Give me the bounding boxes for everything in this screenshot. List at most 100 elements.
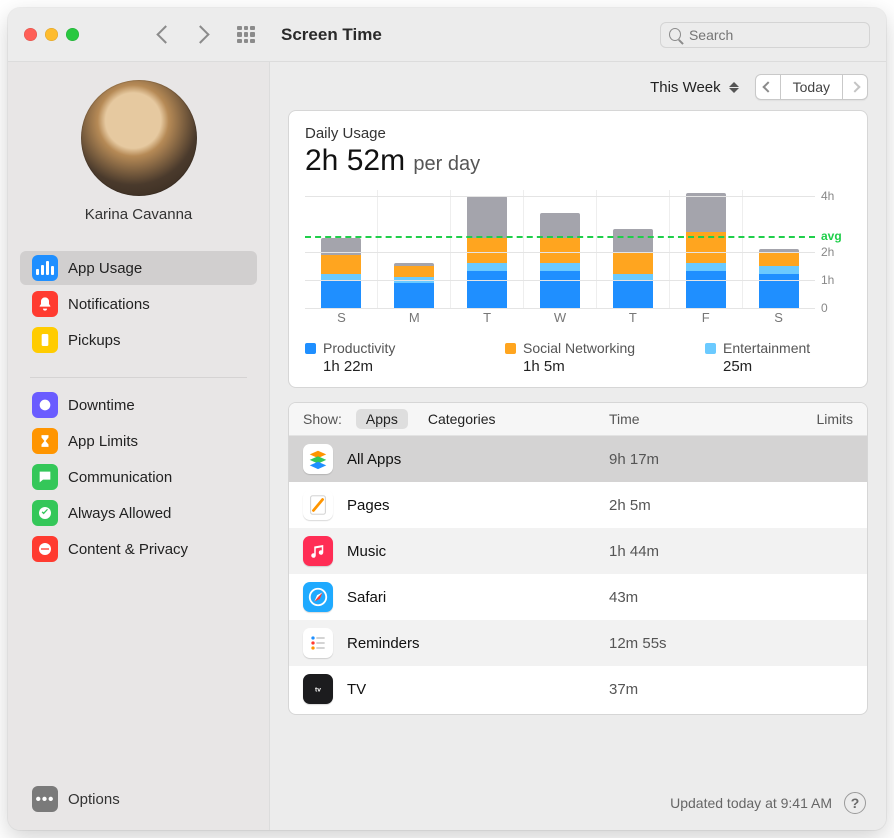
sidebar-item-app-limits[interactable]: App Limits — [20, 424, 257, 458]
search-input[interactable] — [687, 26, 861, 44]
legend-value: 1h 5m — [523, 358, 675, 375]
sidebar-item-content-privacy[interactable]: Content & Privacy — [20, 532, 257, 566]
sidebar-item-label: App Usage — [68, 260, 142, 277]
day-stepper: Today — [755, 74, 868, 100]
range-picker[interactable]: This Week — [650, 79, 745, 96]
main-content: This Week Today Daily Usage 2h 52m per d… — [270, 62, 886, 830]
app-name: All Apps — [347, 451, 595, 468]
app-row[interactable]: All Apps 9h 17m — [289, 436, 867, 482]
sidebar-item-label: Communication — [68, 469, 172, 486]
sidebar-item-label: Pickups — [68, 332, 121, 349]
daily-usage-title: Daily Usage — [305, 125, 851, 142]
sidebar-item-always-allowed[interactable]: Always Allowed — [20, 496, 257, 530]
legend-item: Productivity 1h 22m — [305, 340, 475, 375]
usage-chart: SMTWTFS 01h2h4havg — [305, 190, 851, 330]
chart-day-col — [597, 190, 670, 308]
help-button[interactable]: ? — [844, 792, 866, 814]
forward-button[interactable] — [191, 25, 209, 43]
legend-swatch — [505, 343, 516, 354]
close-button[interactable] — [24, 28, 37, 41]
sidebar-item-label: Downtime — [68, 397, 135, 414]
tab-apps[interactable]: Apps — [356, 409, 408, 429]
apps-table: Show: Apps Categories Time Limits All Ap… — [288, 402, 868, 715]
maximize-button[interactable] — [66, 28, 79, 41]
app-time: 9h 17m — [609, 451, 769, 468]
minimize-button[interactable] — [45, 28, 58, 41]
app-name: TV — [347, 681, 595, 698]
app-name: Safari — [347, 589, 595, 606]
app-time: 43m — [609, 589, 769, 606]
daily-usage-total: 2h 52m per day — [305, 144, 851, 178]
legend-item: Entertainment 25m — [705, 340, 868, 375]
sidebar-item-notifications[interactable]: Notifications — [20, 287, 257, 321]
user-avatar[interactable] — [81, 80, 197, 196]
sidebar-item-label: Notifications — [68, 296, 150, 313]
today-button[interactable]: Today — [781, 75, 843, 99]
safari-icon — [303, 582, 333, 612]
app-row[interactable]: tv TV 37m — [289, 666, 867, 712]
legend-item: Social Networking 1h 5m — [505, 340, 675, 375]
chat-bubble-icon — [32, 464, 58, 490]
app-row[interactable]: Music 1h 44m — [289, 528, 867, 574]
search-icon — [669, 28, 681, 41]
app-row[interactable]: Safari 43m — [289, 574, 867, 620]
options-icon: ••• — [32, 786, 58, 812]
sidebar-item-label: App Limits — [68, 433, 138, 450]
app-time: 37m — [609, 681, 769, 698]
app-time: 12m 55s — [609, 635, 769, 652]
sidebar-item-pickups[interactable]: Pickups — [20, 323, 257, 357]
sidebar-divider — [30, 377, 247, 378]
app-time: 1h 44m — [609, 543, 769, 560]
back-button[interactable] — [156, 25, 174, 43]
bell-icon — [32, 291, 58, 317]
app-name: Music — [347, 543, 595, 560]
tab-categories[interactable]: Categories — [422, 409, 502, 429]
prev-day-button[interactable] — [756, 75, 781, 99]
titlebar: Screen Time — [8, 8, 886, 62]
apps-table-header: Show: Apps Categories Time Limits — [289, 403, 867, 436]
legend-swatch — [705, 343, 716, 354]
sidebar-item-app-usage[interactable]: App Usage — [20, 251, 257, 285]
all-prefs-grid-icon[interactable] — [237, 26, 255, 44]
svg-text:tv: tv — [315, 687, 321, 694]
pages-icon — [303, 490, 333, 520]
legend-name: Entertainment — [723, 340, 810, 356]
no-entry-icon — [32, 536, 58, 562]
sidebar-options[interactable]: ••• Options — [8, 776, 269, 830]
sidebar-item-communication[interactable]: Communication — [20, 460, 257, 494]
check-shield-icon — [32, 500, 58, 526]
reminders-icon — [303, 628, 333, 658]
chart-day-col — [524, 190, 597, 308]
user-name: Karina Cavanna — [8, 206, 269, 223]
search-field[interactable] — [660, 22, 870, 48]
next-day-button[interactable] — [843, 75, 867, 99]
show-label: Show: — [303, 411, 342, 427]
chart-day-col — [670, 190, 743, 308]
app-name: Reminders — [347, 635, 595, 652]
bars-icon — [32, 255, 58, 281]
chart-day-col — [743, 190, 815, 308]
usage-legend: Productivity 1h 22m Social Networking 1h 5m… — [305, 340, 851, 375]
window-controls — [24, 28, 79, 41]
legend-name: Social Networking — [523, 340, 635, 356]
updown-icon — [729, 82, 739, 93]
screen-time-window: Screen Time Karina Cavanna App Usage Noti… — [8, 8, 886, 830]
sidebar-section-settings: Downtime App Limits Communication Always Al… — [8, 388, 269, 568]
window-title: Screen Time — [281, 25, 382, 45]
legend-value: 25m — [723, 358, 868, 375]
legend-name: Productivity — [323, 340, 395, 356]
app-row[interactable]: Reminders 12m 55s — [289, 620, 867, 666]
music-icon — [303, 536, 333, 566]
app-time: 2h 5m — [609, 497, 769, 514]
chart-day-col — [451, 190, 524, 308]
sidebar-section-usage: App Usage Notifications Pickups — [8, 251, 269, 359]
sidebar: Karina Cavanna App Usage Notifications Pic… — [8, 62, 270, 830]
legend-value: 1h 22m — [323, 358, 475, 375]
sidebar-item-downtime[interactable]: Downtime — [20, 388, 257, 422]
daily-usage-card: Daily Usage 2h 52m per day SMTWTFS 01h2h… — [288, 110, 868, 388]
sidebar-item-label: Content & Privacy — [68, 541, 188, 558]
app-name: Pages — [347, 497, 595, 514]
col-time-header: Time — [609, 411, 769, 427]
sidebar-item-label: Always Allowed — [68, 505, 171, 522]
app-row[interactable]: Pages 2h 5m — [289, 482, 867, 528]
